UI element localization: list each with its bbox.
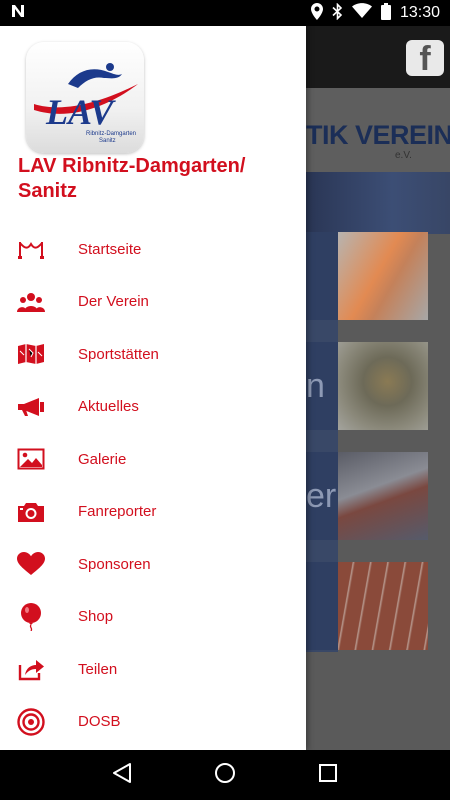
drawer-header: LAV Ribnitz-Damgarten Sanitz LAV Ribnitz…	[0, 26, 306, 216]
menu-item-label: Sportstätten	[78, 345, 159, 363]
back-icon	[112, 762, 132, 789]
menu-item-label: DOSB	[78, 713, 121, 731]
menu-item-startseite[interactable]: Startseite	[0, 223, 306, 276]
tile-text: er	[306, 477, 337, 515]
balloon-icon	[0, 602, 78, 631]
recents-button[interactable]	[308, 755, 348, 795]
wifi-icon	[351, 3, 372, 23]
home-icon	[214, 762, 236, 789]
menu-item-label: Aktuelles	[78, 398, 139, 416]
menu-item-aktuelles[interactable]: Aktuelles	[0, 381, 306, 434]
back-button[interactable]	[102, 755, 142, 795]
banner-subtitle: e.V.	[395, 150, 412, 161]
content-tile[interactable]: er	[306, 452, 428, 540]
menu-item-sponsoren[interactable]: Sponsoren	[0, 538, 306, 591]
banner-title: TIK VEREIN	[306, 120, 450, 150]
svg-text:Sanitz: Sanitz	[99, 138, 116, 144]
bluetooth-icon	[332, 2, 343, 24]
menu-item-label: Startseite	[78, 240, 142, 258]
menu-item-sportstaetten[interactable]: Sportstätten	[0, 328, 306, 381]
heart-icon	[0, 552, 78, 576]
svg-text:LAV: LAV	[45, 92, 116, 132]
tile-image	[338, 232, 428, 320]
menu-item-teilen[interactable]: Teilen	[0, 643, 306, 696]
facebook-icon[interactable]: f	[406, 40, 444, 76]
megaphone-icon	[0, 397, 78, 417]
menu-item-galerie[interactable]: Galerie	[0, 433, 306, 486]
map-icon	[0, 343, 78, 365]
menu-item-label: Teilen	[78, 660, 118, 678]
club-name: LAV Ribnitz-Damgarten/ Sanitz	[18, 155, 246, 202]
group-icon	[0, 292, 78, 312]
club-logo: LAV Ribnitz-Damgarten Sanitz	[26, 42, 144, 153]
menu-item-label: Shop	[78, 608, 114, 626]
recents-icon	[318, 763, 338, 788]
facebook-label: f	[419, 40, 431, 76]
navigation-drawer: LAV Ribnitz-Damgarten Sanitz LAV Ribnitz…	[0, 26, 306, 750]
battery-icon	[380, 2, 391, 24]
menu-item-dosb[interactable]: DOSB	[0, 696, 306, 749]
content-tile[interactable]: n	[306, 342, 428, 430]
target-icon	[0, 708, 78, 736]
share-icon	[0, 657, 78, 681]
menu-item-shop[interactable]: Shop	[0, 591, 306, 644]
tile-image	[338, 342, 428, 430]
system-navigation-bar	[0, 750, 450, 800]
camera-icon	[0, 501, 78, 523]
clock: 13:30	[399, 4, 440, 21]
menu-item-label: Sponsoren	[78, 555, 151, 573]
drawer-menu: Startseite Der Verein Sportstätten Aktue…	[0, 223, 306, 748]
content-tile[interactable]	[306, 232, 428, 320]
banner-photo	[306, 172, 450, 234]
n-notification-icon	[10, 3, 26, 23]
menu-item-label: Der Verein	[78, 293, 149, 311]
menu-item-fanreporter[interactable]: Fanreporter	[0, 486, 306, 539]
image-icon	[0, 448, 78, 470]
menu-item-der-verein[interactable]: Der Verein	[0, 276, 306, 329]
home-button[interactable]	[205, 755, 245, 795]
content-tile[interactable]	[306, 562, 428, 650]
finish-line-icon	[0, 239, 78, 260]
menu-item-label: Fanreporter	[78, 503, 157, 521]
menu-item-label: Galerie	[78, 450, 127, 468]
tile-image	[338, 562, 428, 650]
tile-text: n	[306, 367, 325, 405]
svg-text:Ribnitz-Damgarten: Ribnitz-Damgarten	[86, 131, 136, 137]
location-icon	[310, 2, 323, 24]
tile-image	[338, 452, 428, 540]
status-bar: 13:30	[0, 0, 450, 26]
